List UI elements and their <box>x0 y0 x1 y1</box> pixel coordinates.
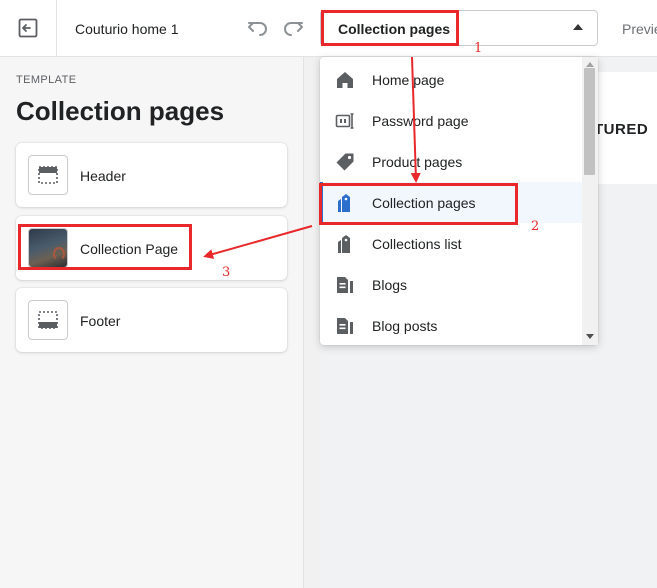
menu-item-home-page[interactable]: Home page <box>320 59 582 100</box>
menu-item-label: Product pages <box>372 154 463 170</box>
menu-item-password-page[interactable]: Password page <box>320 100 582 141</box>
section-label: Footer <box>80 313 121 329</box>
menu-item-blog-posts[interactable]: Blog posts <box>320 305 582 345</box>
sidebar-scrollbar[interactable] <box>303 57 319 588</box>
section-label: Header <box>80 168 126 184</box>
menu-scrollbar-thumb[interactable] <box>584 68 595 175</box>
page-title: Collection pages <box>16 96 225 126</box>
menu-item-product-pages[interactable]: Product pages <box>320 141 582 182</box>
home-icon <box>337 72 353 88</box>
password-icon <box>335 113 354 129</box>
blog-post-icon <box>337 318 353 334</box>
preview-link[interactable]: Preview <box>622 21 657 37</box>
scroll-down-arrow-icon[interactable] <box>586 334 594 339</box>
tag-icon <box>336 153 354 171</box>
template-caption: TEMPLATE <box>16 74 77 86</box>
menu-item-blogs[interactable]: Blogs <box>320 264 582 305</box>
highlight-box-page-select <box>321 10 459 46</box>
redo-icon[interactable] <box>280 15 306 41</box>
header-section-icon <box>28 155 68 195</box>
menu-item-label: Home page <box>372 72 445 88</box>
menu-item-label: Collections list <box>372 236 462 252</box>
menu-item-label: Blogs <box>372 277 408 293</box>
step-number-2: 2 <box>531 219 540 234</box>
section-header[interactable]: Header <box>16 143 287 207</box>
blog-icon <box>337 277 353 293</box>
menu-item-label: Blog posts <box>372 318 438 334</box>
menu-item-label: Password page <box>372 113 469 129</box>
caret-up-icon[interactable] <box>573 24 583 30</box>
exit-editor-button[interactable] <box>0 0 57 56</box>
scroll-up-arrow-icon[interactable] <box>586 62 594 67</box>
menu-item-collections-list[interactable]: Collections list <box>320 223 582 264</box>
section-footer[interactable]: Footer <box>16 288 287 352</box>
step-number-3: 3 <box>222 265 231 280</box>
theme-name: Couturio home 1 <box>75 21 179 37</box>
collections-list-icon <box>338 235 350 253</box>
footer-section-icon <box>28 300 68 340</box>
undo-icon[interactable] <box>245 15 271 41</box>
step-number-1: 1 <box>474 41 483 56</box>
preview-featured-heading: TURED <box>594 121 649 138</box>
highlight-box-collection-pages <box>319 183 518 225</box>
exit-icon <box>18 18 38 38</box>
highlight-box-collection-section <box>18 224 192 270</box>
